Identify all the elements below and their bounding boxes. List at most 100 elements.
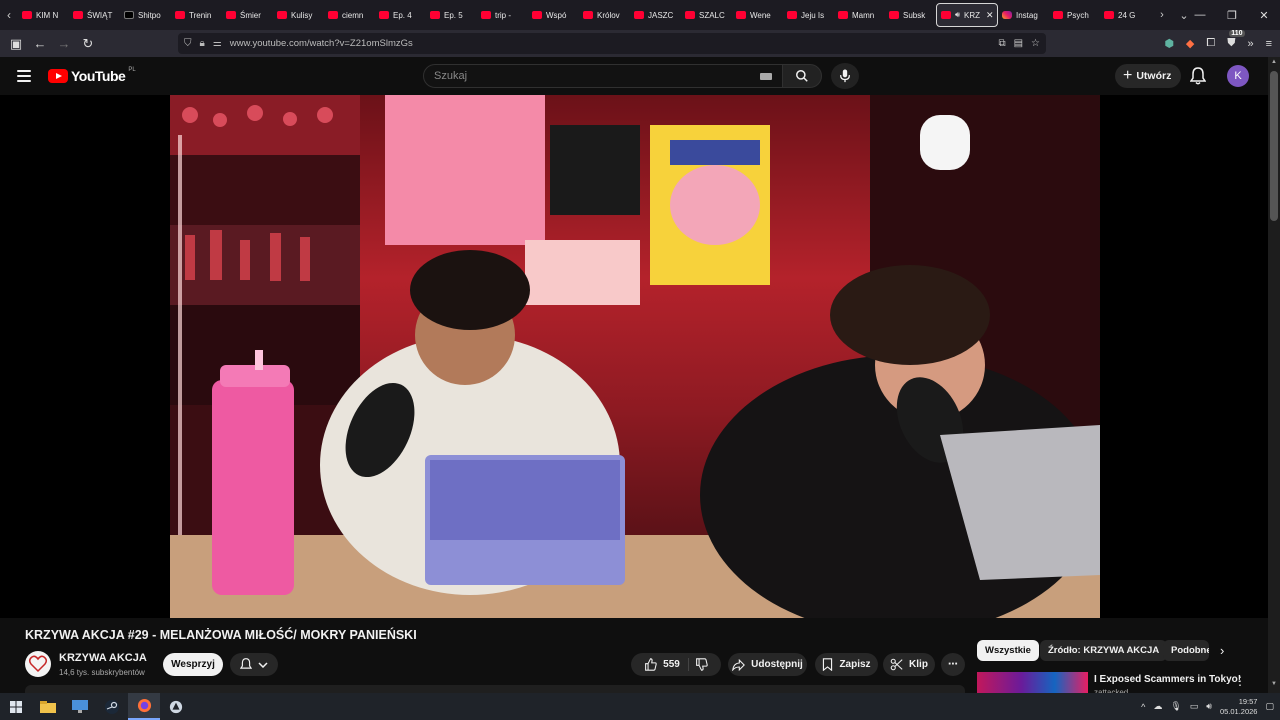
forward-icon[interactable]: → <box>52 30 76 57</box>
browser-tab[interactable]: Wene <box>732 0 783 30</box>
app-menu-icon[interactable]: ≡ <box>1266 38 1272 50</box>
unity-icon[interactable] <box>160 693 192 720</box>
search-input[interactable] <box>434 70 734 82</box>
page-scrollbar[interactable]: ▲ ▼ <box>1268 57 1280 693</box>
scroll-up-icon[interactable]: ▲ <box>1268 59 1280 69</box>
description-box[interactable] <box>25 685 965 693</box>
chevron-right-icon[interactable]: › <box>1220 643 1224 658</box>
recommendation-thumbnail[interactable] <box>977 672 1088 694</box>
browser-tab[interactable]: KIM N <box>18 0 69 30</box>
keyboard-icon[interactable] <box>760 73 772 80</box>
browser-tab[interactable]: Jeju Is <box>783 0 834 30</box>
youtube-favicon-icon <box>379 11 389 19</box>
recommendation-menu-icon[interactable]: ⋮ <box>1234 674 1246 688</box>
browser-tab[interactable]: Kulisy <box>273 0 324 30</box>
browser-tab[interactable]: Ep. 4 <box>375 0 426 30</box>
bookmark-star-icon[interactable]: ☆ <box>1031 38 1040 49</box>
youtube-logo[interactable]: YouTube PL <box>48 67 136 84</box>
browser-tab[interactable]: Shitpo <box>120 0 171 30</box>
clock[interactable]: 19:57 05.01.2026 <box>1220 697 1258 717</box>
browser-tab[interactable]: Subsk <box>885 0 936 30</box>
browser-tab[interactable]: Trenin <box>171 0 222 30</box>
voice-search-button[interactable] <box>831 63 859 89</box>
browser-tab[interactable]: trip - <box>477 0 528 30</box>
notification-center-icon[interactable]: ▢ <box>1265 701 1274 712</box>
save-button[interactable]: Zapisz <box>815 653 878 676</box>
fox-extension-icon[interactable]: ◆ <box>1186 37 1194 50</box>
browser-tab[interactable]: Instag <box>998 0 1049 30</box>
chip-source-channel[interactable]: Źródło: KRZYWA AKCJA <box>1040 640 1168 661</box>
computer-icon[interactable] <box>64 693 96 720</box>
browser-tab[interactable]: ŚWIĄT <box>69 0 120 30</box>
scrollbar-thumb[interactable] <box>1270 71 1278 221</box>
create-button[interactable]: + Utwórz <box>1115 64 1182 88</box>
network-icon[interactable]: ☁ <box>1153 701 1162 712</box>
back-icon[interactable]: ← <box>28 30 52 57</box>
channel-name[interactable]: KRZYWA AKCJA <box>59 652 147 664</box>
notifications-bell-icon[interactable] <box>1189 67 1207 90</box>
share-button[interactable]: Udostępnij <box>728 653 807 676</box>
thumbs-down-icon <box>695 658 708 671</box>
video-frame[interactable] <box>170 95 1100 618</box>
recommendation-title[interactable]: I Exposed Scammers in Tokyo! <box>1094 674 1241 685</box>
scroll-down-icon[interactable]: ▼ <box>1268 681 1280 691</box>
tab-scroll-right-icon[interactable]: › <box>1151 0 1173 30</box>
tab-label: Królov <box>597 10 620 20</box>
start-windows-icon[interactable] <box>0 693 32 720</box>
chip-related[interactable]: Podobne <box>1163 640 1209 661</box>
search-box[interactable] <box>423 64 783 88</box>
browser-tab[interactable]: Mamn <box>834 0 885 30</box>
extensions-icon[interactable]: ⧠ <box>1206 37 1215 50</box>
url-text[interactable]: www.youtube.com/watch?v=Z21omSlmzGs <box>230 38 413 49</box>
speaker-icon[interactable]: 🔊︎ <box>1206 701 1212 712</box>
tab-scroll-left-icon[interactable]: ‹ <box>0 0 18 30</box>
clip-button[interactable]: Klip <box>883 653 935 676</box>
more-actions-icon[interactable]: ⋯ <box>941 653 965 676</box>
restore-icon[interactable]: ❐ <box>1216 0 1248 30</box>
reader-view-icon[interactable]: ▤ <box>1014 38 1023 49</box>
browser-tab[interactable]: Psych <box>1049 0 1100 30</box>
window-controls: — ❐ ✕ <box>1184 0 1280 30</box>
video-player[interactable] <box>0 95 1268 618</box>
tracking-shield-icon[interactable]: ⛉ <box>184 38 192 49</box>
picture-in-picture-icon[interactable]: ⧉ <box>998 38 1005 49</box>
display-icon[interactable]: ▭ <box>1190 701 1199 712</box>
overflow-menu-icon[interactable]: » <box>1247 38 1253 50</box>
steam-icon[interactable] <box>96 693 128 720</box>
permissions-icon[interactable]: ⚌ <box>213 38 222 49</box>
sidebar-toggle-icon[interactable]: ▣ <box>4 30 28 57</box>
channel-avatar[interactable] <box>25 651 51 677</box>
browser-tab[interactable]: JASZC <box>630 0 681 30</box>
firefox-icon[interactable] <box>128 693 160 720</box>
support-button[interactable]: Wesprzyj <box>163 653 223 676</box>
ublock-extension-icon[interactable]: ⛊ 110 <box>1227 30 1245 50</box>
notification-settings-button[interactable] <box>230 653 278 676</box>
browser-tab[interactable]: ciemn <box>324 0 375 30</box>
youtube-favicon-icon <box>532 11 542 19</box>
tray-expand-icon[interactable]: ^ <box>1141 702 1145 712</box>
browser-tab[interactable]: Ep. 5 <box>426 0 477 30</box>
browser-tab[interactable]: 24 G <box>1100 0 1151 30</box>
microphone-tray-icon[interactable]: 🎙︎ <box>1170 701 1181 712</box>
browser-tab[interactable]: Wspó <box>528 0 579 30</box>
minimize-icon[interactable]: — <box>1184 0 1216 30</box>
dislike-button[interactable] <box>695 658 708 671</box>
windows-taskbar: ^ ☁ 🎙︎ ▭ 🔊︎ 19:57 05.01.2026 ▢ <box>0 693 1280 720</box>
address-bar[interactable]: ⛉ 🔒︎ ⚌ www.youtube.com/watch?v=Z21omSlmz… <box>178 33 1046 54</box>
tab-close-icon[interactable]: ✕ <box>986 10 994 21</box>
file-explorer-icon[interactable] <box>32 693 64 720</box>
guide-menu-icon[interactable] <box>17 70 31 82</box>
close-window-icon[interactable]: ✕ <box>1248 0 1280 30</box>
lock-icon[interactable]: 🔒︎ <box>200 38 205 49</box>
browser-tab[interactable]: Królov <box>579 0 630 30</box>
like-button[interactable]: 559 <box>644 658 689 671</box>
tab-audio-icon[interactable]: 🔊︎ <box>955 10 960 20</box>
search-button[interactable] <box>782 64 822 88</box>
browser-tab[interactable]: Śmier <box>222 0 273 30</box>
vpn-shield-icon[interactable]: ⬢ <box>1164 37 1174 50</box>
browser-tab[interactable]: SZALC <box>681 0 732 30</box>
chip-all[interactable]: Wszystkie <box>977 640 1039 661</box>
reload-icon[interactable]: ↻ <box>76 30 100 57</box>
tab-active[interactable]: 🔊︎ KRZ ✕ <box>936 3 998 27</box>
account-avatar[interactable]: K <box>1227 65 1249 87</box>
